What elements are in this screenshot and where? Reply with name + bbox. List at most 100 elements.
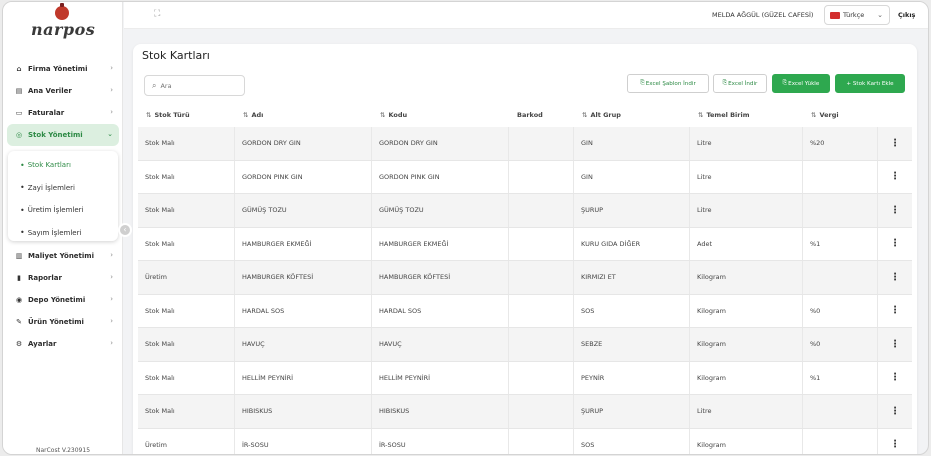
column-header-tax[interactable]: ⇅ Vergi xyxy=(803,103,878,127)
sidebar-item-ayarlar[interactable]: ⚙ Ayarlar › xyxy=(7,333,119,355)
row-actions-kebab-icon[interactable]: ⋮ xyxy=(878,194,912,227)
cell-code: GORDON PINK GIN xyxy=(372,160,509,193)
sort-icon: ⇅ xyxy=(582,111,588,119)
chevron-right-icon: › xyxy=(110,273,113,281)
chevron-down-icon: ⌄ xyxy=(107,130,113,138)
cell-tax: %0 xyxy=(803,328,878,361)
row-actions-kebab-icon[interactable]: ⋮ xyxy=(878,261,912,294)
sidebar-item-raporlar[interactable]: ▮ Raporlar › xyxy=(7,267,119,289)
column-header-base-unit[interactable]: ⇅ Temel Birim xyxy=(690,103,803,127)
cell-code: HAMBURGER EKMEĞİ xyxy=(372,227,509,260)
row-actions-kebab-icon[interactable]: ⋮ xyxy=(878,328,912,361)
sort-icon: ⇅ xyxy=(380,111,386,119)
sidebar-collapse-button[interactable]: ‹ xyxy=(118,223,132,237)
cell-barcode xyxy=(509,328,574,361)
stock-submenu: Stok Kartları Zayi İşlemleri Üretim İşle… xyxy=(8,151,118,241)
submenu-item-sayim[interactable]: Sayım İşlemleri xyxy=(8,222,118,245)
sort-icon: ⇅ xyxy=(811,111,817,119)
submenu-item-stok-kartlari[interactable]: Stok Kartları xyxy=(8,154,118,177)
table-row[interactable]: Stok Malı HIBISKUS HIBISKUS ŞURUP Litre … xyxy=(138,395,912,429)
stock-table: ⇅ Stok Türü ⇅ Adı ⇅ Kodu Barkod ⇅ Alt Grup ⇅… xyxy=(138,103,912,455)
add-stock-card-button[interactable]: + Stok Kartı Ekle xyxy=(835,74,905,93)
excel-download-button[interactable]: ⎘ Excel İndir xyxy=(713,74,767,93)
column-label: Vergi xyxy=(819,111,839,119)
excel-upload-button[interactable]: ⎘ Excel Yükle xyxy=(772,74,830,93)
column-header-stock-type[interactable]: ⇅ Stok Türü xyxy=(138,103,235,127)
cell-tax xyxy=(803,428,878,454)
column-header-subgroup[interactable]: ⇅ Alt Grup xyxy=(574,103,690,127)
row-actions-kebab-icon[interactable]: ⋮ xyxy=(878,295,912,328)
sidebar-item-faturalar[interactable]: ▭ Faturalar › xyxy=(7,102,119,124)
cell-code: GÜMÜŞ TOZU xyxy=(372,194,509,227)
chevron-right-icon: › xyxy=(110,108,113,116)
cell-name: HAVUÇ xyxy=(235,328,372,361)
column-header-name[interactable]: ⇅ Adı xyxy=(235,103,372,127)
search-input[interactable] xyxy=(160,81,231,90)
cell-barcode xyxy=(509,428,574,454)
table-row[interactable]: Stok Malı HAVUÇ HAVUÇ SEBZE Kilogram %0 … xyxy=(138,328,912,362)
sidebar-item-label: Firma Yönetimi xyxy=(28,65,88,73)
cell-code: HAVUÇ xyxy=(372,328,509,361)
submenu-item-uretim[interactable]: Üretim İşlemleri xyxy=(8,199,118,222)
column-header-code[interactable]: ⇅ Kodu xyxy=(372,103,509,127)
table-row[interactable]: Stok Malı HELLİM PEYNİRİ HELLİM PEYNİRİ … xyxy=(138,361,912,395)
cell-code: GORDON DRY GIN xyxy=(372,127,509,160)
cell-subgroup: GIN xyxy=(574,127,690,160)
row-actions-kebab-icon[interactable]: ⋮ xyxy=(878,362,912,395)
cell-subgroup: SEBZE xyxy=(574,328,690,361)
brand-logo[interactable]: narpos xyxy=(31,3,95,44)
fullscreen-icon[interactable]: ⛶ xyxy=(154,9,160,19)
table-header: ⇅ Stok Türü ⇅ Adı ⇅ Kodu Barkod ⇅ Alt Grup ⇅… xyxy=(138,103,912,127)
excel-template-download-button[interactable]: ⎘ Excel Şablon İndir xyxy=(627,74,709,93)
table-row[interactable]: Stok Malı HAMBURGER EKMEĞİ HAMBURGER EKM… xyxy=(138,227,912,261)
sort-icon: ⇅ xyxy=(146,111,152,119)
cell-tax: %1 xyxy=(803,361,878,394)
sidebar-item-maliyet[interactable]: ▥ Maliyet Yönetimi › xyxy=(7,245,119,267)
table-row[interactable]: Stok Malı GORDON DRY GIN GORDON DRY GIN … xyxy=(138,127,912,161)
cell-subgroup: SOS xyxy=(574,428,690,454)
excel-icon: ⎘ xyxy=(782,80,788,86)
sidebar-item-stok-yonetimi[interactable]: ◎ Stok Yönetimi ⌄ xyxy=(7,124,119,146)
column-label: Temel Birim xyxy=(706,111,750,119)
cell-tax: %1 xyxy=(803,227,878,260)
sort-icon: ⇅ xyxy=(698,111,704,119)
sidebar-item-depo[interactable]: ◉ Depo Yönetimi › xyxy=(7,289,119,311)
row-actions-kebab-icon[interactable]: ⋮ xyxy=(878,127,912,160)
button-label: Excel Yükle xyxy=(788,80,820,87)
language-select[interactable]: Türkçe ⌄ xyxy=(824,5,890,25)
row-actions-kebab-icon[interactable]: ⋮ xyxy=(878,161,912,194)
table-row[interactable]: Stok Malı GÜMÜŞ TOZU GÜMÜŞ TOZU ŞURUP Li… xyxy=(138,194,912,228)
cell-stock-type: Stok Malı xyxy=(138,160,235,193)
cell-barcode xyxy=(509,361,574,394)
sidebar-item-urun[interactable]: ✎ Ürün Yönetimi › xyxy=(7,311,119,333)
cell-subgroup: ŞURUP xyxy=(574,395,690,428)
cell-base-unit: Litre xyxy=(690,395,803,428)
search-box[interactable]: ⌕ xyxy=(144,75,245,96)
chevron-right-icon: › xyxy=(110,64,113,72)
sidebar-item-firma[interactable]: ⌂ Firma Yönetimi › xyxy=(7,58,119,80)
row-actions-kebab-icon[interactable]: ⋮ xyxy=(878,429,912,455)
sidebar: narpos ⌂ Firma Yönetimi › ▤ Ana Veriler … xyxy=(3,2,123,454)
column-label: Alt Grup xyxy=(590,111,621,119)
cell-subgroup: ŞURUP xyxy=(574,194,690,227)
table-row[interactable]: Stok Malı HARDAL SOS HARDAL SOS SOS Kilo… xyxy=(138,294,912,328)
logout-link[interactable]: Çıkış xyxy=(898,11,915,19)
chevron-right-icon: › xyxy=(110,86,113,94)
report-icon: ▮ xyxy=(17,274,21,282)
table-row[interactable]: Üretim İR-SOSU İR-SOSU SOS Kilogram ⋮ xyxy=(138,428,912,455)
cell-stock-type: Stok Malı xyxy=(138,361,235,394)
sidebar-menu-lower: ▥ Maliyet Yönetimi › ▮ Raporlar › ◉ Depo… xyxy=(7,245,119,355)
submenu-item-zayi[interactable]: Zayi İşlemleri xyxy=(8,177,118,200)
cell-barcode xyxy=(509,261,574,294)
row-actions-kebab-icon[interactable]: ⋮ xyxy=(878,228,912,261)
sidebar-item-label: Depo Yönetimi xyxy=(28,296,86,304)
row-actions-kebab-icon[interactable]: ⋮ xyxy=(878,395,912,428)
home-icon: ⌂ xyxy=(16,65,22,73)
sidebar-item-ana-veriler[interactable]: ▤ Ana Veriler › xyxy=(7,80,119,102)
invoice-icon: ▭ xyxy=(15,109,23,117)
cell-barcode xyxy=(509,160,574,193)
table-row[interactable]: Stok Malı GORDON PINK GIN GORDON PINK GI… xyxy=(138,160,912,194)
cell-tax xyxy=(803,261,878,294)
cell-base-unit: Litre xyxy=(690,194,803,227)
table-row[interactable]: Üretim HAMBURGER KÖFTESİ HAMBURGER KÖFTE… xyxy=(138,261,912,295)
